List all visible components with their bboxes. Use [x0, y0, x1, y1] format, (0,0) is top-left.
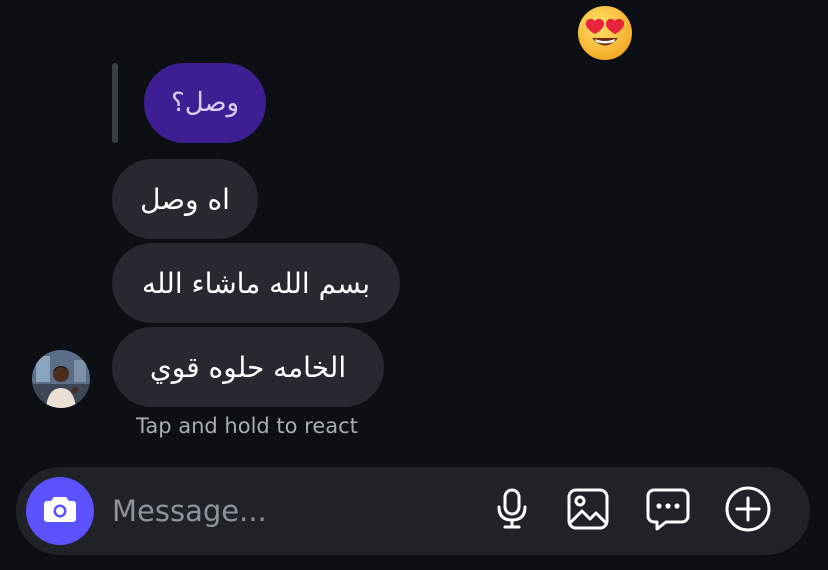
chat-screen: وصل؟ اه وصل بسم الله ماشاء الله الخامه ح…: [0, 0, 828, 570]
message-text: بسم الله ماشاء الله: [142, 266, 370, 300]
message-bubble[interactable]: بسم الله ماشاء الله: [112, 243, 400, 323]
sender-avatar[interactable]: [32, 350, 90, 408]
microphone-icon: [494, 488, 530, 534]
gallery-icon: [566, 487, 610, 535]
voice-message-button[interactable]: [486, 485, 538, 537]
camera-button[interactable]: [26, 477, 94, 545]
message-input[interactable]: [110, 482, 474, 540]
message-text: الخامه حلوه قوي: [149, 350, 347, 384]
sticker-button[interactable]: [642, 485, 694, 537]
sticker-icon: [645, 487, 691, 535]
add-attachment-button[interactable]: [722, 485, 774, 537]
reply-indicator-bar: [112, 63, 118, 143]
replied-message-bubble[interactable]: وصل؟: [144, 63, 266, 143]
message-bubble[interactable]: اه وصل: [112, 159, 258, 239]
heart-eyes-emoji-icon: [577, 5, 633, 61]
add-icon: [724, 485, 772, 537]
message-text: اه وصل: [140, 182, 230, 216]
gallery-button[interactable]: [562, 485, 614, 537]
replied-message-text: وصل؟: [170, 88, 240, 118]
message-bubble[interactable]: الخامه حلوه قوي: [112, 327, 384, 407]
tap-to-react-hint: Tap and hold to react: [136, 414, 358, 438]
camera-icon: [43, 494, 77, 528]
